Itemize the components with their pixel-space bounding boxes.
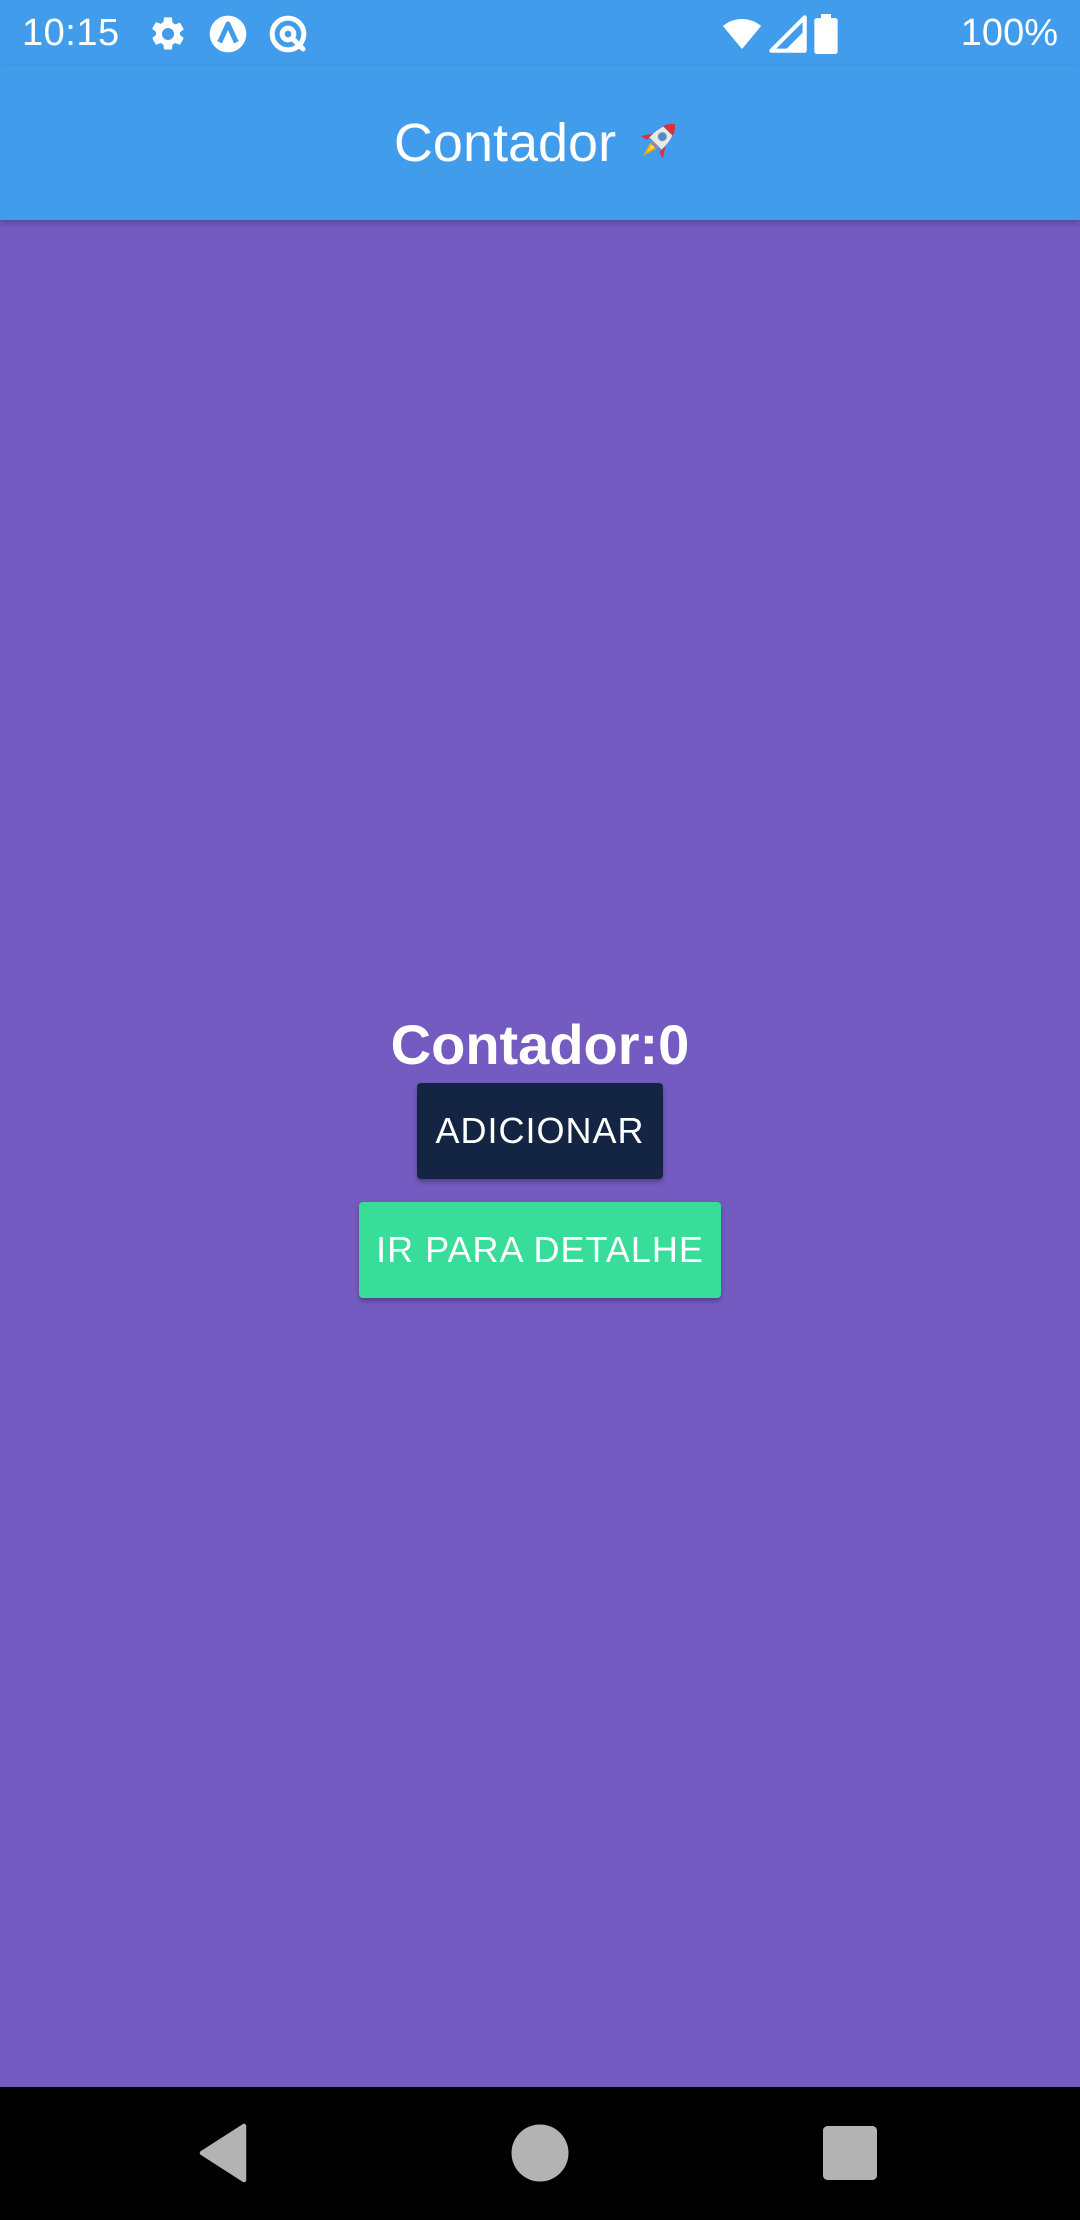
- home-icon[interactable]: [504, 2117, 576, 2189]
- battery-icon: [814, 14, 838, 54]
- rocket-icon: [640, 123, 676, 159]
- app-bar: Contador: [0, 66, 1080, 220]
- go-to-detail-button[interactable]: IR PARA DETALHE: [359, 1202, 721, 1298]
- status-right: 100%: [722, 10, 1058, 56]
- page-title: Contador: [0, 111, 1080, 175]
- app-a-icon: [209, 15, 247, 53]
- battery-percentage: 100%: [960, 12, 1058, 54]
- recents-icon[interactable]: [814, 2117, 886, 2189]
- gear-icon: [152, 17, 184, 50]
- counter-label: Contador:0: [390, 1013, 690, 1076]
- wifi-icon: [722, 19, 762, 49]
- app-at-icon: [269, 15, 307, 53]
- main-content: Contador:0 ADICIONAR IR PARA DETALHE: [0, 220, 1080, 2087]
- add-button[interactable]: ADICIONAR: [417, 1083, 663, 1179]
- navigation-bar: [0, 2087, 1080, 2220]
- signal-icon: [769, 15, 807, 53]
- page-title-text: Contador: [393, 113, 617, 173]
- back-icon[interactable]: [190, 2117, 262, 2189]
- status-bar: 10:15 100%: [0, 0, 1080, 66]
- status-time: 10:15: [22, 12, 120, 54]
